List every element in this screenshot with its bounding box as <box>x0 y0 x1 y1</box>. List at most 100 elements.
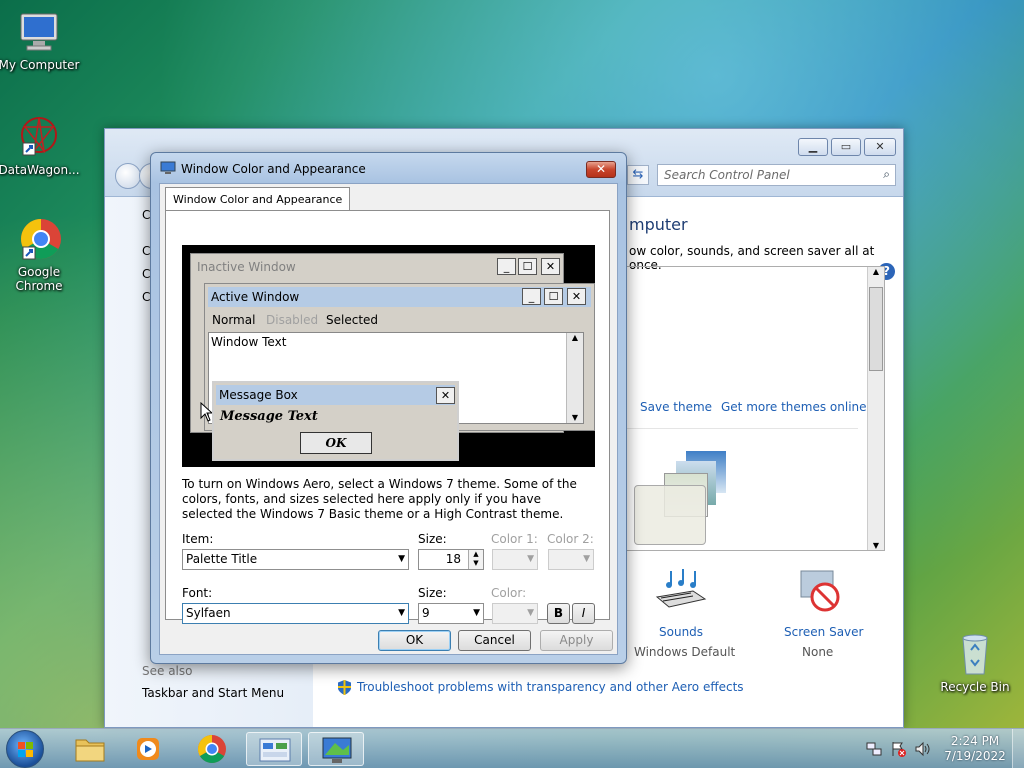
maximize-button[interactable]: ▭ <box>831 138 861 156</box>
clock-date: 7/19/2022 <box>944 749 1006 763</box>
desktop-icon-recycle-bin[interactable]: Recycle Bin <box>933 630 1017 694</box>
chevron-down-icon: ▼ <box>473 608 480 618</box>
media-player-icon <box>137 738 159 760</box>
item-select[interactable]: Palette Title ▼ <box>182 549 409 570</box>
taskbar-control-panel[interactable] <box>246 732 302 766</box>
message-box-preview: Message Box ✕ Message Text OK <box>212 381 459 461</box>
preview-scrollbar: ▲ ▼ <box>566 333 583 423</box>
menu-normal: Normal <box>212 313 256 327</box>
clock[interactable]: 2:24 PM 7/19/2022 <box>940 734 1010 764</box>
chevron-down-icon: ▼ <box>527 554 534 564</box>
tab-window-color[interactable]: Window Color and Appearance <box>165 187 351 211</box>
start-button[interactable] <box>6 730 44 768</box>
chevron-down-icon: ▼ <box>398 554 405 564</box>
get-more-themes-link[interactable]: Get more themes online <box>721 400 867 414</box>
maximize-icon: ☐ <box>518 258 537 275</box>
ok-button[interactable]: OK <box>378 630 451 651</box>
chevron-down-icon: ▼ <box>527 608 534 618</box>
theme-thumbnail-icon[interactable] <box>634 451 743 545</box>
apply-button[interactable]: Apply <box>540 630 613 651</box>
recycle-bin-icon <box>951 630 999 678</box>
folder-icon <box>75 739 105 762</box>
font-size-label: Size: <box>418 586 447 600</box>
display-icon <box>160 161 176 175</box>
appearance-preview[interactable]: Inactive Window _ ☐ ✕ Active Window _ ☐ … <box>182 245 595 467</box>
page-title: mputer <box>629 215 688 234</box>
troubleshoot-link[interactable]: Troubleshoot problems with transparency … <box>357 680 744 694</box>
message-box-title: Message Box <box>216 385 455 405</box>
search-input[interactable]: Search Control Panel ⌕ <box>657 164 896 186</box>
window-color-dialog: Window Color and Appearance ✕ Window Col… <box>150 152 627 664</box>
size-spinner[interactable]: 18 ▲ ▼ <box>418 549 484 570</box>
chrome-icon <box>198 735 226 763</box>
message-text: Message Text <box>220 409 318 424</box>
screen-saver-link[interactable]: Screen Saver <box>784 625 863 639</box>
menu-selected: Selected <box>326 313 379 327</box>
datawagon-icon <box>15 113 63 161</box>
taskbar-explorer[interactable] <box>62 732 118 766</box>
desktop-icon-label: Recycle Bin <box>940 680 1010 694</box>
clock-time: 2:24 PM <box>950 734 1000 748</box>
theme-list[interactable]: ▲ ▼ Save theme Get more themes online <box>625 266 885 551</box>
size-label: Size: <box>418 532 447 546</box>
screen-saver-icon[interactable] <box>795 567 845 617</box>
font-color-picker[interactable]: ▼ <box>492 603 538 624</box>
minimize-icon: _ <box>522 288 541 305</box>
italic-button[interactable]: I <box>572 603 595 624</box>
close-button[interactable]: ✕ <box>864 138 896 156</box>
screen-saver-value: None <box>802 645 834 659</box>
color2-label: Color 2: <box>547 532 594 546</box>
font-select-value: Sylfaen <box>186 606 231 620</box>
cancel-button[interactable]: Cancel <box>458 630 531 651</box>
chrome-icon <box>15 215 63 263</box>
theme-list-scrollbar[interactable]: ▲ ▼ <box>867 267 884 550</box>
font-color-label: Color: <box>491 586 527 600</box>
aero-info-text: To turn on Windows Aero, select a Window… <box>182 477 577 521</box>
dialog-close-button[interactable]: ✕ <box>586 161 616 178</box>
computer-icon <box>15 8 63 56</box>
display-icon <box>322 737 352 763</box>
desktop-icon-my-computer[interactable]: My Computer <box>0 8 81 72</box>
close-icon: ✕ <box>567 288 586 305</box>
show-desktop-button[interactable] <box>1012 729 1024 768</box>
sounds-icon[interactable] <box>651 567 711 617</box>
item-select-value: Palette Title <box>186 552 258 566</box>
font-size-value: 9 <box>422 606 430 620</box>
taskbar-chrome[interactable] <box>184 732 240 766</box>
refresh-icon[interactable]: ⇆ <box>627 165 649 185</box>
taskbar-display-settings[interactable] <box>308 732 364 766</box>
size-value: 18 <box>445 552 461 566</box>
search-icon: ⌕ <box>883 167 890 181</box>
font-size-select[interactable]: 9 ▼ <box>418 603 484 624</box>
menu-disabled: Disabled <box>266 313 319 327</box>
desktop-icon-datawagon[interactable]: DataWagon... <box>0 113 81 177</box>
desktop-icon-google-chrome[interactable]: Google Chrome <box>0 215 81 293</box>
desktop-icon-label: My Computer <box>0 58 80 72</box>
action-center-icon[interactable] <box>890 741 906 757</box>
network-icon[interactable] <box>866 741 882 757</box>
volume-icon[interactable] <box>914 741 930 757</box>
taskbar-media-player[interactable] <box>120 732 176 766</box>
taskbar-start-menu-link[interactable]: Taskbar and Start Menu <box>142 686 284 700</box>
back-icon[interactable] <box>115 163 141 189</box>
dialog-body: Window Color and Appearance Inactive Win… <box>159 183 618 655</box>
color2-picker[interactable]: ▼ <box>548 549 594 570</box>
minimize-button[interactable]: ▁ <box>798 138 828 156</box>
bold-button[interactable]: B <box>547 603 570 624</box>
dialog-title: Window Color and Appearance <box>181 162 366 176</box>
desktop-icon-label: Google Chrome <box>15 265 63 293</box>
window-text: Window Text <box>211 335 287 349</box>
sounds-link[interactable]: Sounds <box>659 625 703 639</box>
spinner-arrows-icon[interactable]: ▲ ▼ <box>468 550 483 569</box>
shield-icon <box>336 679 353 696</box>
item-label: Item: <box>182 532 214 546</box>
color1-picker[interactable]: ▼ <box>492 549 538 570</box>
chevron-down-icon: ▼ <box>583 554 590 564</box>
font-label: Font: <box>182 586 213 600</box>
font-select[interactable]: Sylfaen ▼ <box>182 603 409 624</box>
minimize-icon: _ <box>497 258 516 275</box>
cursor-icon <box>200 401 214 422</box>
preview-ok-button: OK <box>300 432 372 454</box>
windows-logo-icon <box>18 742 33 757</box>
save-theme-link[interactable]: Save theme <box>640 400 712 414</box>
